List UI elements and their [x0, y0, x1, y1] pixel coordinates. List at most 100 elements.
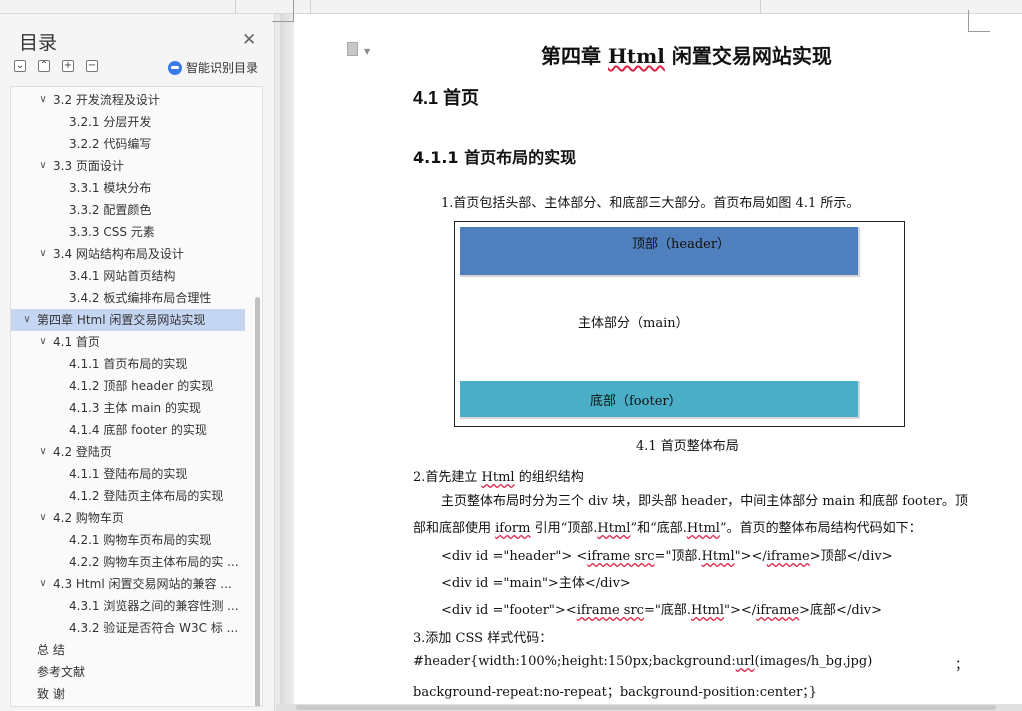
- smart-recognize-icon: [168, 60, 182, 75]
- toolbar-segment: [235, 0, 305, 14]
- toc-item[interactable]: ∨ 3.2 开发流程及设计: [11, 89, 245, 111]
- chevron-down-icon[interactable]: ∨: [37, 155, 49, 177]
- page-corner-mark: [968, 10, 990, 32]
- scrollbar-thumb[interactable]: [296, 705, 996, 710]
- top-toolbar-strip: [0, 0, 1022, 14]
- toc-item-label: 致 谢: [37, 687, 65, 701]
- toc-item-label: 3.3.1 模块分布: [69, 181, 152, 195]
- toc-item[interactable]: ∨ 4.1 首页: [11, 331, 245, 353]
- toc-item[interactable]: ∨ 3.4 网站结构布局及设计: [11, 243, 245, 265]
- toc-item[interactable]: 4.3.2 验证是否符合 W3C 标 ...: [11, 617, 245, 639]
- toc-item[interactable]: ∨ 4.2 购物车页: [11, 507, 245, 529]
- text-run: (images/h_bg.jpg): [754, 654, 873, 669]
- toc-item-label: 4.2.1 购物车页布局的实现: [69, 533, 212, 547]
- text-run: <div id ="header"> <: [441, 549, 588, 564]
- toc-item[interactable]: 4.1.1 首页布局的实现: [11, 353, 245, 375]
- toc-item-label: 3.4.2 板式编排布局合理性: [69, 291, 212, 305]
- text-run: ”。首页的整体布局结构代码如下：: [719, 521, 922, 536]
- code-line-1: <div id ="header"> <iframe src="顶部.Html"…: [441, 545, 893, 564]
- horizontal-scrollbar[interactable]: [276, 704, 1022, 711]
- collapse-all-icon[interactable]: ⌃: [38, 60, 50, 72]
- toc-item[interactable]: 4.1.1 登陆布局的实现: [11, 463, 245, 485]
- toc-item-label: 4.2 登陆页: [53, 445, 112, 459]
- chapter-title-prefix: 第四章: [541, 44, 608, 68]
- toc-item-label: 4.3.2 验证是否符合 W3C 标 ...: [69, 621, 239, 635]
- chevron-down-icon[interactable]: ∨: [21, 309, 33, 331]
- text-run: Html: [597, 521, 631, 536]
- figure-header-label: 顶部（header）: [632, 237, 731, 252]
- toc-item[interactable]: 3.3.2 配置颜色: [11, 199, 245, 221]
- toc-item-label: 4.1.2 登陆页主体布局的实现: [69, 489, 224, 503]
- toc-item-label: 第四章 Html 闲置交易网站实现: [37, 313, 206, 327]
- add-item-icon[interactable]: +: [62, 60, 74, 72]
- toc-item[interactable]: ∨ 3.3 页面设计: [11, 155, 245, 177]
- toc-item-label: 3.2.1 分层开发: [69, 115, 152, 129]
- toc-item[interactable]: 3.2.1 分层开发: [11, 111, 245, 133]
- toolbar-segment: [760, 0, 930, 14]
- section-heading: 4.1 首页: [413, 88, 480, 108]
- toc-item[interactable]: 3.4.1 网站首页结构: [11, 265, 245, 287]
- text-run: Html: [686, 521, 720, 536]
- text-run: Html: [481, 470, 515, 485]
- toc-item-label: 3.4 网站结构布局及设计: [53, 247, 184, 261]
- chevron-down-icon[interactable]: ∨: [37, 573, 49, 595]
- toc-item-label: 4.3.1 浏览器之间的兼容性测 ...: [69, 599, 239, 613]
- paragraph-2: 2.首先建立 Html 的组织结构: [413, 466, 584, 485]
- chevron-down-icon[interactable]: ∨: [37, 507, 49, 529]
- toc-item[interactable]: ∨ 4.3 Html 闲置交易网站的兼容 ...: [11, 573, 245, 595]
- text-run: iframe src: [576, 603, 644, 618]
- toc-item-label: 总 结: [37, 643, 65, 657]
- toc-scrollbar[interactable]: [255, 297, 260, 706]
- toc-item-label: 4.2.2 购物车页主体布局的实 ...: [69, 555, 239, 569]
- toc-item-label: 4.1.2 顶部 header 的实现: [69, 379, 214, 393]
- close-icon[interactable]: ✕: [242, 30, 256, 50]
- toc-item[interactable]: 4.1.2 登陆页主体布局的实现: [11, 485, 245, 507]
- toc-item-label: 3.3.3 CSS 元素: [69, 225, 155, 239]
- chevron-down-icon[interactable]: ∨: [37, 331, 49, 353]
- code-line-2: <div id ="main">主体</div>: [441, 576, 631, 591]
- toc-item[interactable]: 4.3.1 浏览器之间的兼容性测 ...: [11, 595, 245, 617]
- text-run: Html: [701, 549, 735, 564]
- toc-item[interactable]: 4.1.4 底部 footer 的实现: [11, 419, 245, 441]
- chevron-down-icon[interactable]: ∨: [37, 89, 49, 111]
- toc-item-label: 3.4.1 网站首页结构: [69, 269, 176, 283]
- toc-item[interactable]: 致 谢: [11, 683, 245, 705]
- text-run: 2.首先建立: [413, 470, 482, 485]
- text-run: >底部</div>: [799, 603, 883, 618]
- text-run: 的组织结构: [514, 470, 584, 485]
- toc-item[interactable]: 4.1.2 顶部 header 的实现: [11, 375, 245, 397]
- toc-item[interactable]: 3.4.2 板式编排布局合理性: [11, 287, 245, 309]
- paragraph-4: 3.添加 CSS 样式代码：: [413, 631, 553, 646]
- text-run: >顶部</div>: [809, 549, 893, 564]
- text-run: url: [735, 654, 755, 669]
- toc-item[interactable]: 参考文献: [11, 661, 245, 683]
- toc-item[interactable]: ∨ 4.2 登陆页: [11, 441, 245, 463]
- figure-main-label: 主体部分（main）: [578, 316, 689, 331]
- text-run: #header{width:100%;height:150px;backgrou…: [413, 654, 736, 669]
- toc-item[interactable]: ∨ 第四章 Html 闲置交易网站实现: [11, 309, 245, 331]
- toc-item-label: 4.1.4 底部 footer 的实现: [69, 423, 207, 437]
- text-run: iframe src: [587, 549, 655, 564]
- document-menu-icon[interactable]: ▼: [347, 42, 373, 58]
- toc-item[interactable]: 3.3.1 模块分布: [11, 177, 245, 199]
- toc-item[interactable]: 4.2.1 购物车页布局的实现: [11, 529, 245, 551]
- toc-item-label: 参考文献: [37, 665, 86, 679]
- code-line-3: <div id ="footer"><iframe src="底部.Html">…: [441, 599, 882, 618]
- expand-all-icon[interactable]: ⌄: [14, 60, 26, 72]
- toolbar-segment: [310, 0, 490, 14]
- toc-item[interactable]: 总 结: [11, 639, 245, 661]
- toc-item[interactable]: 4.2.2 购物车页主体布局的实 ...: [11, 551, 245, 573]
- figure-caption: 4.1 首页整体布局: [636, 439, 739, 454]
- remove-item-icon[interactable]: −: [86, 60, 98, 72]
- chevron-down-icon[interactable]: ∨: [37, 441, 49, 463]
- toc-tree: ∨ 3.2 开发流程及设计 3.2.1 分层开发 3.2.2 代码编写 ∨ 3.3 页面设…: [10, 86, 263, 707]
- chevron-down-icon[interactable]: ∨: [37, 243, 49, 265]
- paragraph-3-line-1: 主页整体布局时分为三个 div 块，即头部 header，中间主体部分 main…: [441, 494, 968, 509]
- toc-item[interactable]: 3.3.3 CSS 元素: [11, 221, 245, 243]
- toc-item[interactable]: 4.1.3 主体 main 的实现: [11, 397, 245, 419]
- text-run: Html: [690, 603, 725, 618]
- paragraph-3-line-2: 部和底部使用 iform 引用“顶部.Html”和“底部.Html”。首页的整体…: [413, 517, 922, 536]
- toc-item[interactable]: 3.2.2 代码编写: [11, 133, 245, 155]
- sidebar-title: 目录: [19, 32, 58, 54]
- smart-toc-button[interactable]: 智能识别目录: [168, 59, 258, 76]
